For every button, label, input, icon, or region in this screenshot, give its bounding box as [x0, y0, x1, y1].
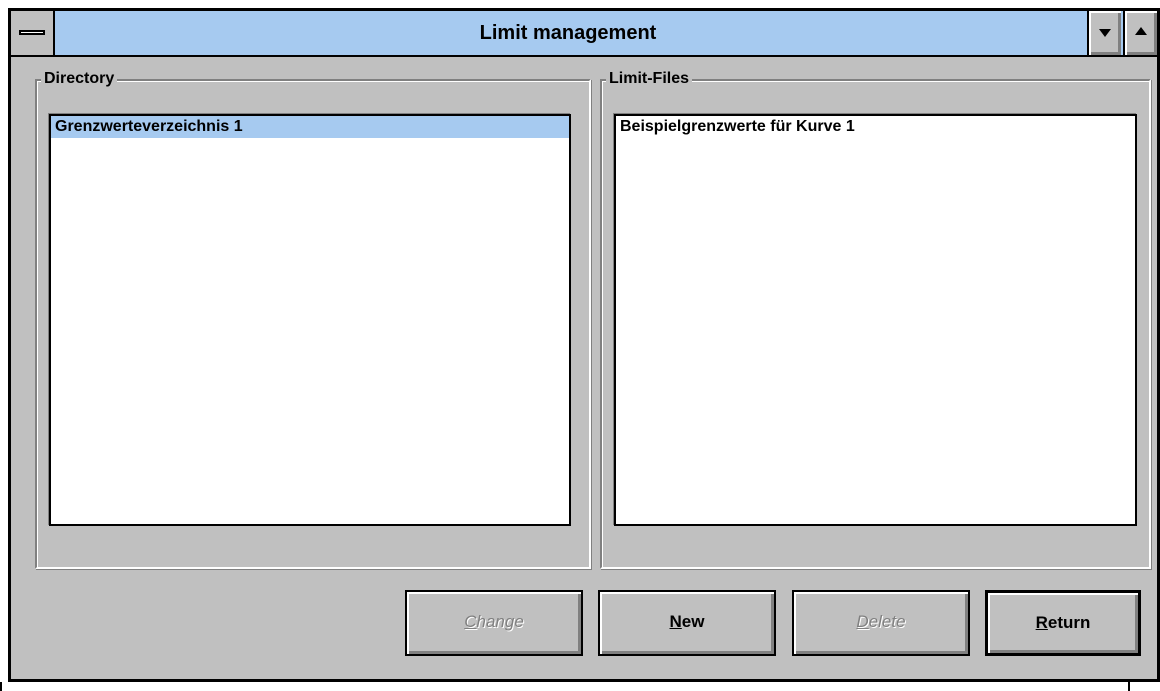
delete-button[interactable]: Delete: [792, 590, 970, 656]
system-menu-icon: [19, 30, 45, 35]
directory-listbox[interactable]: Grenzwerteverzeichnis 1: [49, 114, 571, 526]
directory-group: Directory Grenzwerteverzeichnis 1: [35, 69, 591, 569]
minimize-icon: [1099, 29, 1111, 37]
minimize-button[interactable]: [1087, 11, 1121, 55]
frame-edge-right: [1128, 682, 1130, 691]
limit-files-group-label: Limit-Files: [606, 69, 693, 89]
system-menu-button[interactable]: [11, 11, 55, 55]
change-button[interactable]: Change: [405, 590, 583, 656]
limit-files-list-item[interactable]: Beispielgrenzwerte für Kurve 1: [616, 116, 1135, 138]
new-button[interactable]: New: [598, 590, 776, 656]
limit-files-group: Limit-Files Beispielgrenzwerte für Kurve…: [600, 69, 1151, 569]
maximize-icon: [1135, 27, 1147, 35]
frame-edge-left: [0, 682, 2, 691]
maximize-button[interactable]: [1123, 11, 1157, 55]
limit-files-listbox[interactable]: Beispielgrenzwerte für Kurve 1: [614, 114, 1137, 526]
window-title: Limit management: [479, 22, 657, 44]
limit-management-window: Limit management Directory Grenzwertever…: [8, 8, 1160, 682]
directory-group-label: Directory: [41, 69, 118, 89]
directory-list-item[interactable]: Grenzwerteverzeichnis 1: [51, 116, 569, 138]
title-bar[interactable]: Limit management: [11, 11, 1157, 57]
return-button[interactable]: Return: [985, 590, 1141, 656]
